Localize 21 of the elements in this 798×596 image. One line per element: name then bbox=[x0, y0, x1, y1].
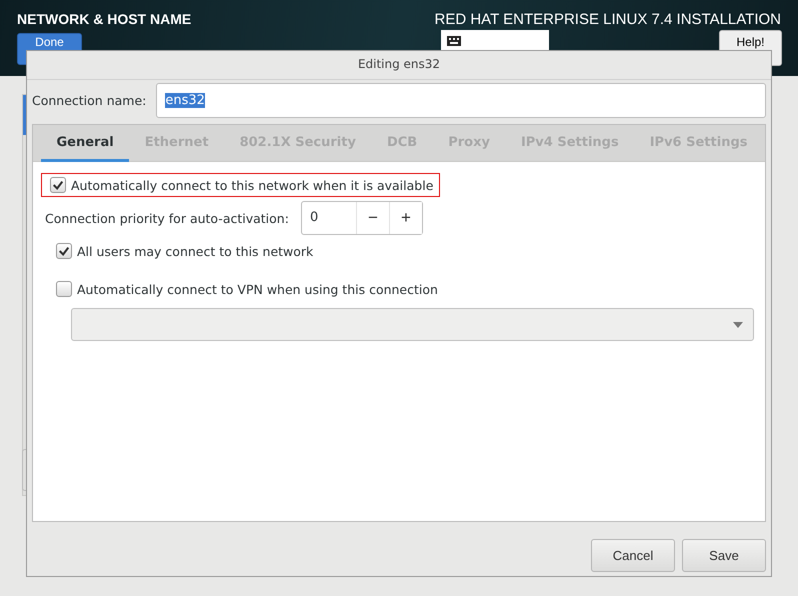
keyboard-icon bbox=[447, 36, 461, 46]
dialog-title: Editing ens32 bbox=[27, 51, 771, 80]
increment-button[interactable]: + bbox=[388, 202, 422, 234]
save-button[interactable]: Save bbox=[682, 539, 766, 572]
cancel-button[interactable]: Cancel bbox=[591, 539, 675, 572]
field-label: Connection name: bbox=[32, 93, 146, 108]
priority-spin-field[interactable]: 0 − + bbox=[300, 201, 423, 235]
dropdown-arrow-icon bbox=[733, 322, 743, 328]
checkbox[interactable] bbox=[56, 281, 72, 297]
page-title: NETWORK & HOST NAME bbox=[17, 11, 192, 27]
checkbox[interactable] bbox=[50, 177, 66, 193]
keyboard-layout-field[interactable] bbox=[441, 30, 549, 52]
connection-name-field[interactable]: ens32 bbox=[156, 83, 766, 118]
field-label: Connection priority for auto-activation: bbox=[45, 210, 289, 226]
checkbox-label: Automatically connect to VPN when using this connection bbox=[77, 282, 438, 296]
checkbox[interactable] bbox=[56, 243, 72, 259]
tab[interactable]: General bbox=[41, 125, 130, 162]
checkbox-label: Automatically connect to this network when it is available bbox=[71, 178, 434, 192]
product-title: RED HAT ENTERPRISE LINUX 7.4 INSTALLATION bbox=[434, 11, 781, 28]
selection-bar bbox=[23, 95, 26, 135]
checkbox-label: All users may connect to this network bbox=[77, 244, 314, 258]
